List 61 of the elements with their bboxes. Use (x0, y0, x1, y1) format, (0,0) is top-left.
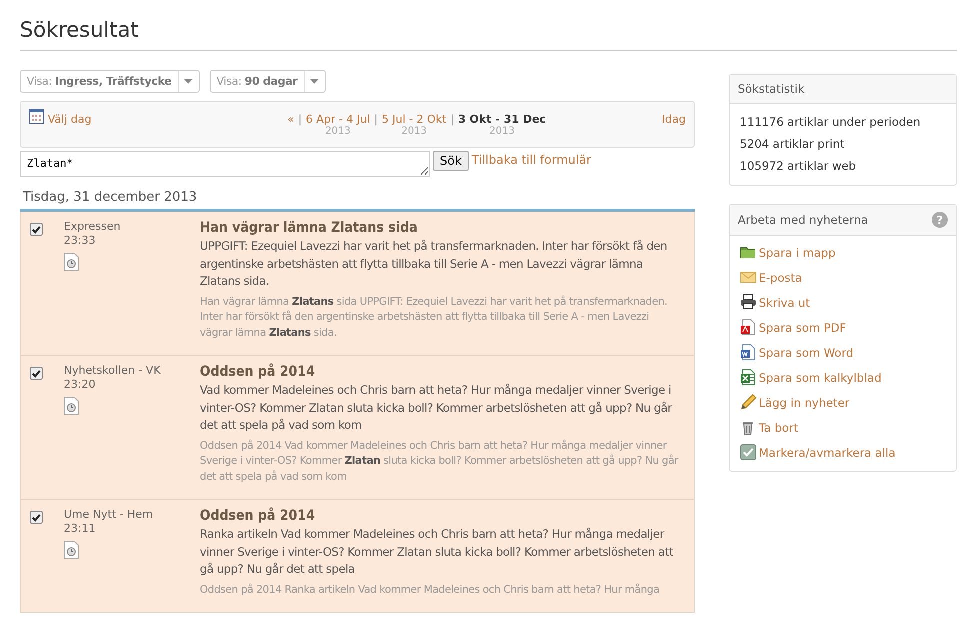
article-title-link[interactable]: Oddsen på 2014 (200, 508, 682, 524)
caret-icon (310, 79, 320, 84)
statistic-line: 105972 artiklar web (740, 158, 858, 175)
statistic-line: 5204 artiklar print (740, 136, 846, 153)
checkbox[interactable] (30, 367, 43, 380)
action-link[interactable]: Spara i mapp (759, 246, 836, 260)
separator: | (298, 113, 302, 128)
document-icon[interactable] (64, 397, 79, 415)
separator: | (374, 113, 378, 128)
article-lead: Ranka artikeln Vad kommer Madeleines och Chris barn att heta? Hur många medaljer vinner Sverige i vinter-OS? Kommer Zlatan sluta kicka boll? Kommer arbetslösheten att gå upp? Nu går det att spela (200, 526, 674, 578)
date-range-link[interactable]: 3 Okt - 31 Dec 2013 (458, 113, 546, 137)
spreadsheet-icon (740, 369, 757, 386)
envelope-icon (740, 269, 757, 286)
today-link[interactable]: Idag (662, 113, 686, 126)
help-icon[interactable]: ? (932, 212, 948, 228)
checkbox[interactable] (30, 223, 43, 236)
article-snippet: Oddsen på 2014 Vad kommer Madeleines och Chris barn att heta? Hur många medaljer vinner Sverige i vinter-OS? Kommer Zlatan sluta kicka boll? Kommer arbetslösheten att gå upp? Nu går det att spela på vad som kom (200, 438, 680, 484)
article-title-link[interactable]: Oddsen på 2014 (200, 364, 682, 380)
printer-icon (740, 294, 757, 311)
date-range-link[interactable]: 6 Apr - 4 Jul 2013 (306, 113, 370, 137)
article-snippet: Han vägrar lämna Zlatans sida UPPGIFT: Ezequiel Lavezzi har varit het på transfermarknaden. Inter har försökt få den argentinske arbetshästen att flytta tillbaka till Serie A - men Lavezzi vägrar lämna Zlatans sida. (200, 294, 669, 340)
search-button[interactable]: Sök (433, 151, 469, 171)
filter-dropdown[interactable]: Visa: 90 dagar (210, 70, 326, 93)
time-label: 23:20 (64, 378, 97, 391)
source-name: Nyhetskollen - VK (64, 364, 162, 377)
word-document-icon (740, 344, 757, 361)
pdf-file-icon (740, 319, 757, 336)
panel-title: Sökstatistik (738, 82, 805, 96)
caret-icon (184, 79, 194, 84)
separator: | (450, 113, 454, 128)
page-title: Sökresultat (20, 17, 140, 44)
article-lead: UPPGIFT: Ezequiel Lavezzi har varit het på transfermarknaden. Inter har försökt få den argentinske arbetshästen att flytta tillbaka till Serie A - men Lavezzi vägrar lämna Zlatans sida. (200, 238, 668, 290)
time-label: 23:11 (64, 522, 97, 535)
search-field[interactable]: Zlatan* (20, 151, 430, 177)
document-icon[interactable] (64, 253, 79, 271)
pencil-icon (740, 394, 757, 411)
source-name: Expressen (64, 220, 122, 233)
previous-link[interactable]: « (288, 113, 294, 137)
action-link[interactable]: Spara som kalkylblad (759, 370, 882, 384)
article-snippet: Oddsen på 2014 Ranka artikeln Vad kommer Madeleines och Chris barn att heta? Hur många (200, 582, 661, 598)
action-link[interactable]: Skriva ut (759, 296, 810, 310)
calendar-icon (29, 109, 44, 124)
statistic-line: 111176 artiklar under perioden (740, 114, 922, 131)
checkbox[interactable] (30, 511, 43, 524)
filter-dropdown[interactable]: Visa: Ingress, Träffstycke (20, 70, 200, 93)
action-link[interactable]: Spara som Word (759, 346, 854, 360)
document-icon[interactable] (64, 541, 79, 559)
action-link[interactable]: Ta bort (759, 420, 798, 434)
pick-day-link[interactable]: Välj dag (29, 109, 92, 126)
article-title-link[interactable]: Han vägrar lämna Zlatans sida (200, 220, 682, 236)
action-link[interactable]: E-posta (759, 270, 802, 284)
action-link[interactable]: Lägg in nyheter (759, 396, 850, 410)
time-label: 23:33 (64, 234, 97, 247)
back-to-form-link[interactable]: Tillbaka till formulär (472, 153, 592, 167)
source-name: Ume Nytt - Hem (64, 508, 154, 521)
action-link[interactable]: Markera/avmarkera alla (759, 446, 896, 460)
article-lead: Vad kommer Madeleines och Chris barn att heta? Hur många medaljer vinner Sverige i vinter-OS? Kommer Zlatan sluta kicka boll? Kommer arbetslösheten att gå upp? Nu går det att spela på vad som kom (200, 382, 674, 434)
checkbox-icon (740, 444, 757, 461)
date-range-link[interactable]: 5 Jul - 2 Okt 2013 (382, 113, 447, 137)
panel-title: Arbeta med nyheterna (738, 213, 868, 227)
action-link[interactable]: Spara som PDF (759, 320, 846, 334)
